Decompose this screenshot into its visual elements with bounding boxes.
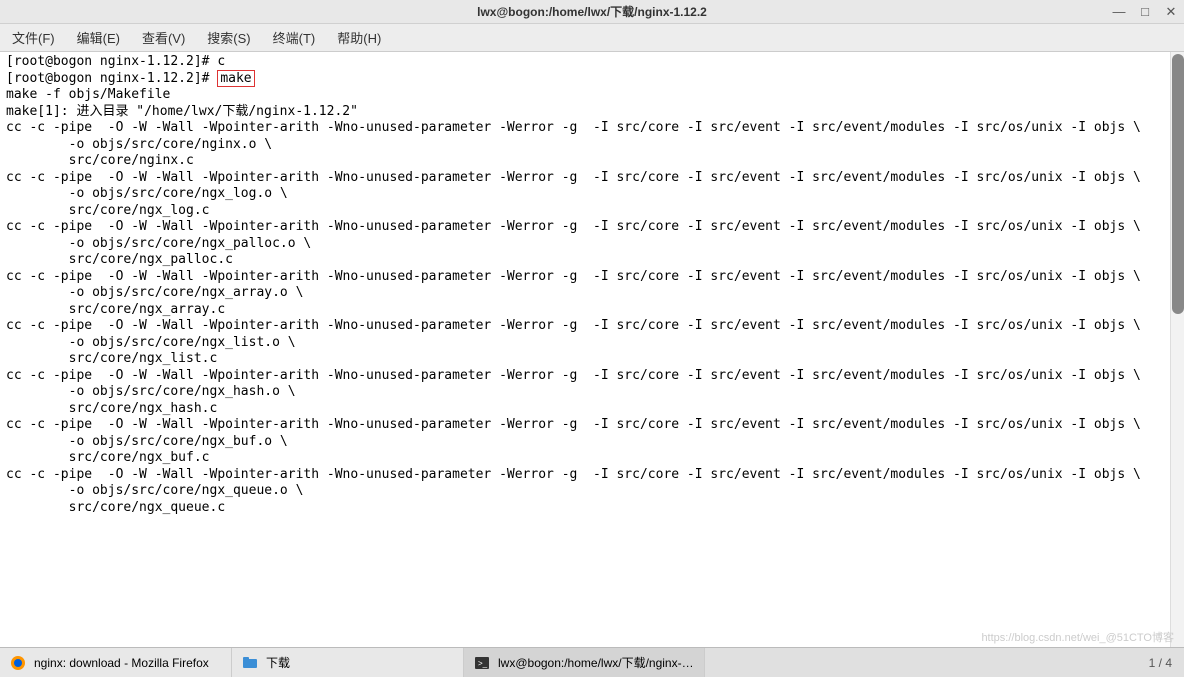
terminal-output-line: cc -c -pipe -O -W -Wall -Wpointer-arith … — [6, 318, 1141, 333]
menu-view[interactable]: 查看(V) — [134, 24, 193, 51]
terminal-output-line: -o objs/src/core/ngx_buf.o \ — [6, 434, 288, 449]
menu-search[interactable]: 搜索(S) — [199, 24, 258, 51]
scrollbar[interactable] — [1170, 52, 1184, 647]
taskbar-item-label: 下载 — [266, 654, 290, 671]
svg-text:>_: >_ — [478, 659, 488, 668]
taskbar-item-firefox[interactable]: nginx: download - Mozilla Firefox — [0, 648, 232, 677]
terminal-output-line: src/core/ngx_log.c — [6, 203, 210, 218]
terminal-output-line: -o objs/src/core/ngx_array.o \ — [6, 285, 303, 300]
terminal-command: make — [217, 70, 254, 87]
window-titlebar: lwx@bogon:/home/lwx/下载/nginx-1.12.2 — □ … — [0, 0, 1184, 24]
terminal-output-line: -o objs/src/core/nginx.o \ — [6, 137, 272, 152]
terminal-output-line: cc -c -pipe -O -W -Wall -Wpointer-arith … — [6, 467, 1141, 482]
terminal-output-line: src/core/ngx_array.c — [6, 302, 225, 317]
taskbar: nginx: download - Mozilla Firefox 下载 >_ … — [0, 647, 1184, 677]
terminal-output-line: cc -c -pipe -O -W -Wall -Wpointer-arith … — [6, 269, 1141, 284]
taskbar-item-terminal[interactable]: >_ lwx@bogon:/home/lwx/下载/nginx-… — [464, 648, 705, 677]
scrollbar-thumb[interactable] — [1172, 54, 1184, 314]
menu-help[interactable]: 帮助(H) — [329, 24, 389, 51]
terminal-output-line: -o objs/src/core/ngx_hash.o \ — [6, 384, 296, 399]
workspace-indicator[interactable]: 1 / 4 — [1149, 656, 1172, 670]
taskbar-item-label: lwx@bogon:/home/lwx/下载/nginx-… — [498, 654, 694, 671]
taskbar-item-label: nginx: download - Mozilla Firefox — [34, 656, 209, 670]
terminal-output-line: make -f objs/Makefile — [6, 87, 170, 102]
terminal-output-line: src/core/ngx_hash.c — [6, 401, 217, 416]
terminal-output-line: src/core/ngx_buf.c — [6, 450, 210, 465]
terminal-output-line: -o objs/src/core/ngx_queue.o \ — [6, 483, 303, 498]
taskbar-status: 1 / 4 — [1137, 648, 1184, 677]
firefox-icon — [10, 655, 26, 671]
maximize-button[interactable]: □ — [1138, 5, 1152, 19]
window-controls: — □ ✕ — [1112, 5, 1178, 19]
terminal-output-line: cc -c -pipe -O -W -Wall -Wpointer-arith … — [6, 417, 1141, 432]
terminal-output-line: cc -c -pipe -O -W -Wall -Wpointer-arith … — [6, 368, 1141, 383]
terminal-output-line: cc -c -pipe -O -W -Wall -Wpointer-arith … — [6, 219, 1141, 234]
menu-edit[interactable]: 编辑(E) — [69, 24, 128, 51]
terminal-output-line: -o objs/src/core/ngx_palloc.o \ — [6, 236, 311, 251]
menu-file[interactable]: 文件(F) — [4, 24, 63, 51]
folder-icon — [242, 655, 258, 671]
terminal-prompt: [root@bogon nginx-1.12.2]# — [6, 71, 217, 86]
minimize-button[interactable]: — — [1112, 5, 1126, 19]
taskbar-item-files[interactable]: 下载 — [232, 648, 464, 677]
terminal-icon: >_ — [474, 655, 490, 671]
terminal-output-line: make[1]: 进入目录 "/home/lwx/下载/nginx-1.12.2… — [6, 104, 358, 119]
close-button[interactable]: ✕ — [1164, 5, 1178, 19]
terminal-output-line: src/core/ngx_list.c — [6, 351, 217, 366]
terminal-output-line: -o objs/src/core/ngx_log.o \ — [6, 186, 288, 201]
terminal-pane[interactable]: [root@bogon nginx-1.12.2]# c [root@bogon… — [0, 52, 1184, 647]
window-title: lwx@bogon:/home/lwx/下载/nginx-1.12.2 — [477, 3, 707, 20]
terminal-output-line: src/core/ngx_palloc.c — [6, 252, 233, 267]
terminal-output-line: src/core/ngx_queue.c — [6, 500, 225, 515]
terminal-output-line: -o objs/src/core/ngx_list.o \ — [6, 335, 296, 350]
terminal-output-line: cc -c -pipe -O -W -Wall -Wpointer-arith … — [6, 120, 1141, 135]
menu-terminal[interactable]: 终端(T) — [265, 24, 324, 51]
terminal-prev-prompt: [root@bogon nginx-1.12.2]# c — [6, 54, 225, 69]
menubar: 文件(F) 编辑(E) 查看(V) 搜索(S) 终端(T) 帮助(H) — [0, 24, 1184, 52]
terminal-output-line: cc -c -pipe -O -W -Wall -Wpointer-arith … — [6, 170, 1141, 185]
terminal-output-line: src/core/nginx.c — [6, 153, 194, 168]
